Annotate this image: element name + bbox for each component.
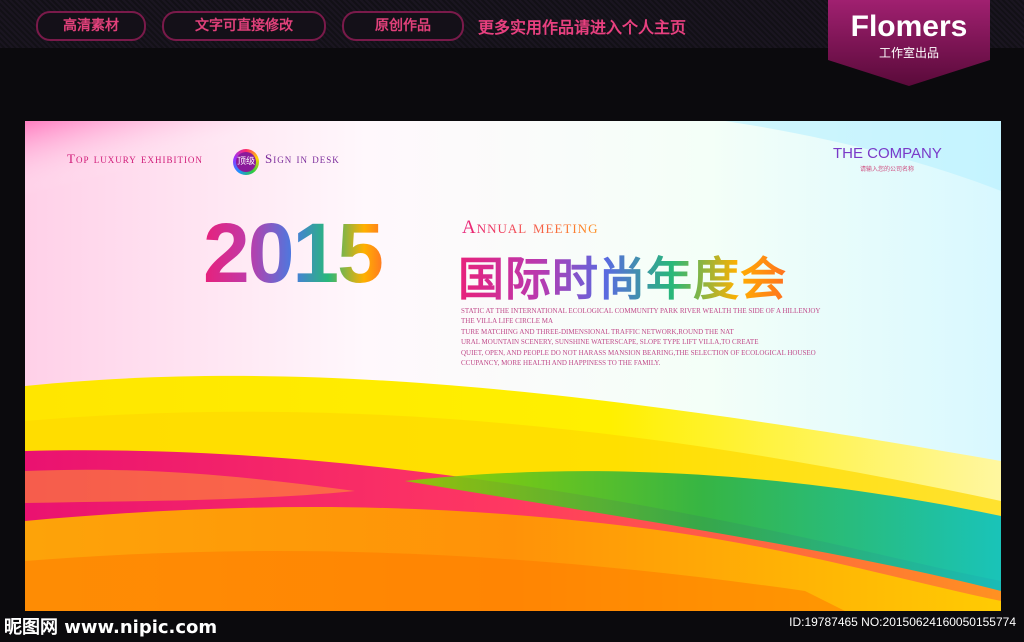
top-level-badge: 顶级 [233,149,259,175]
watermark-site: 昵图网 www.nipic.com [4,617,218,638]
watermark-id: ID:19787465 NO:20150624160050155774 [789,615,1016,629]
event-title-cn: 国际时尚年度会 [458,243,787,309]
annual-meeting-title: Annual meeting [462,217,599,238]
description-line: TURE MATCHING AND THREE-DIMENSIONAL TRAF… [461,327,734,336]
company-subtitle: 请输入您的公司名称 [860,166,915,173]
company-name: THE COMPANY [833,145,942,162]
brand-subtitle: 工作室出品 [878,46,939,60]
editable-text-button[interactable]: 文字可直接修改 [162,11,326,41]
badge-label: 顶级 [236,152,256,172]
brand-tag: Flomers 工作室出品 [828,0,990,86]
top-luxury-text: Top luxury exhibition [67,151,203,166]
poster-image: Top luxury exhibition 顶级 Sign in desk TH… [25,121,1001,611]
description-line: STATIC AT THE INTERNATIONAL ECOLOGICAL C… [461,307,821,315]
sign-in-desk-text: Sign in desk [265,151,340,166]
description-line: CCUPANCY, MORE HEALTH AND HAPPINESS TO T… [461,359,661,368]
description-line: THE VILLA LIFE CIRCLE MA [461,317,554,326]
description-line: URAL MOUNTAIN SCENERY, SUNSHINE WATERSCA… [461,338,759,347]
promo-link[interactable]: 更多实用作品请进入个人主页 [478,14,686,38]
year-title: 2015 [203,206,384,300]
hd-material-button[interactable]: 高清素材 [36,11,146,41]
original-work-button[interactable]: 原创作品 [342,11,464,41]
brand-name: Flomers [850,10,968,43]
description-line: QUIET, OPEN, AND PEOPLE DO NOT HARASS MA… [461,348,816,357]
description-text: STATIC AT THE INTERNATIONAL ECOLOGICAL C… [461,306,821,368]
